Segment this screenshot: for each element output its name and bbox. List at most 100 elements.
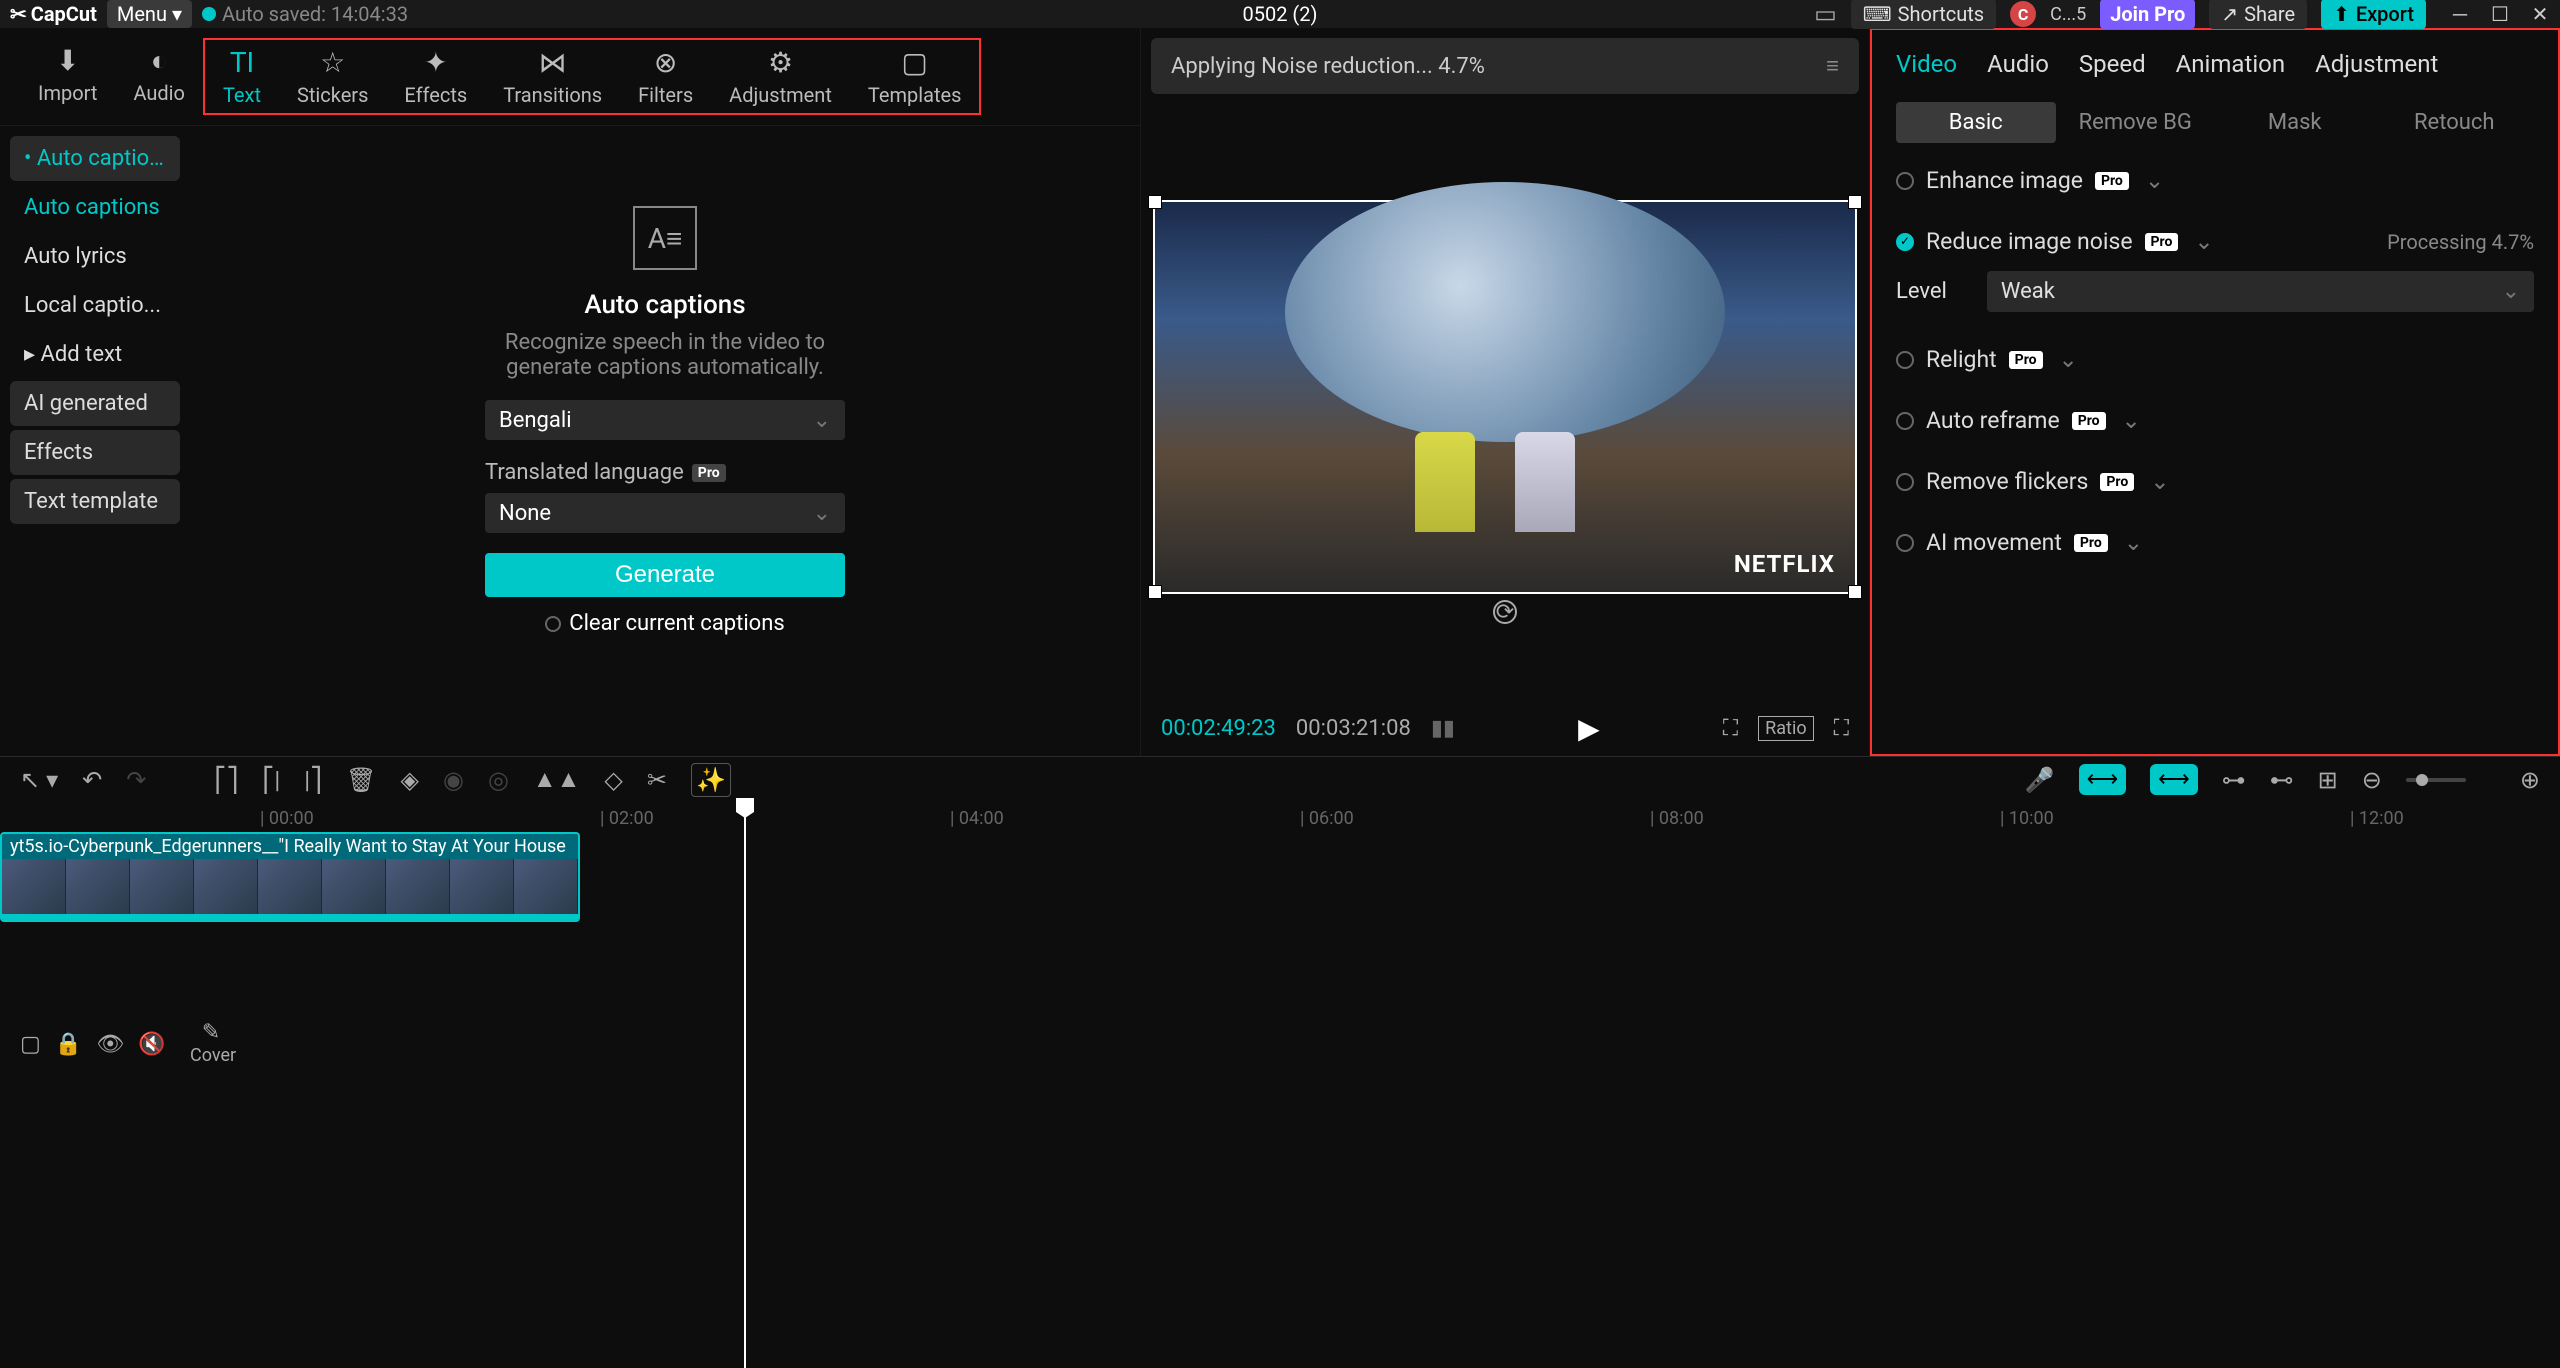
delete-icon[interactable]: 🗑 (346, 766, 376, 794)
track-visible-icon[interactable]: 👁 (96, 1032, 124, 1057)
subtab-remove-bg[interactable]: Remove BG (2056, 102, 2216, 143)
translated-language-select[interactable]: None⌄ (485, 493, 845, 533)
export-button[interactable]: ⬆ Export (2321, 0, 2426, 29)
timeline-ruler[interactable]: | 00:00 | 02:00 | 04:00 | 06:00 | 08:00 … (0, 802, 2560, 832)
mirror-icon[interactable]: ▲▲ (533, 765, 581, 794)
layout-icon[interactable]: ▭ (1814, 0, 1837, 28)
sidebar-item-ai-generated[interactable]: AI generated (10, 381, 180, 426)
split-right-icon[interactable]: |⎤ (304, 766, 322, 794)
sidebar-item-auto-captions[interactable]: Auto captions (10, 185, 180, 230)
toggle-b-icon[interactable]: ⟷ (2150, 764, 2198, 795)
translated-language-label: Translated languagePro (485, 460, 726, 485)
snap-icon[interactable]: ⊷ (2270, 766, 2294, 794)
zoom-slider[interactable] (2406, 778, 2466, 782)
tab-effects[interactable]: ✦Effects (386, 40, 485, 113)
join-pro-button[interactable]: Join Pro (2100, 0, 2195, 29)
share-button[interactable]: ↗ Share (2209, 0, 2307, 29)
sidebar-item-local-captions[interactable]: Local captio... (10, 283, 180, 328)
subtab-mask[interactable]: Mask (2215, 102, 2375, 143)
menu-button[interactable]: Menu ▾ (107, 0, 192, 28)
crop-icon[interactable]: ⛶ (1723, 716, 1738, 741)
tab-text[interactable]: TIText (205, 40, 279, 113)
tab-import[interactable]: ⬇Import (20, 38, 115, 115)
pointer-tool-icon[interactable]: ↖ ▾ (20, 766, 58, 794)
split-left-icon[interactable]: ⎡| (262, 766, 280, 794)
sidebar-item-add-text[interactable]: ▸ Add text (10, 332, 180, 377)
menu-icon[interactable]: ≡ (1826, 53, 1839, 79)
minimize-icon[interactable]: ─ (2450, 4, 2470, 24)
tab-templates[interactable]: ▢Templates (850, 40, 980, 113)
language-select[interactable]: Bengali⌄ (485, 400, 845, 440)
play-button[interactable]: ▶ (1578, 712, 1600, 745)
auto-reframe-row[interactable]: Auto reframe Pro ⌄ (1896, 407, 2534, 434)
tab-stickers[interactable]: ☆Stickers (279, 40, 386, 113)
props-tab-video[interactable]: Video (1896, 40, 1957, 88)
toggle-a-icon[interactable]: ⟷ (2079, 764, 2127, 795)
mic-icon[interactable]: 🎤 (2025, 766, 2055, 794)
reduce-noise-row[interactable]: Reduce image noise Pro ⌄ Processing 4.7% (1896, 228, 2534, 255)
filters-icon: ⊗ (654, 46, 677, 79)
relight-row[interactable]: Relight Pro ⌄ (1896, 346, 2534, 373)
checkbox-icon[interactable] (1896, 534, 1914, 552)
radio-icon (545, 616, 561, 632)
props-tab-animation[interactable]: Animation (2176, 40, 2285, 88)
effects-icon: ✦ (424, 46, 447, 79)
track-lock-icon[interactable]: 🔒 (55, 1032, 82, 1057)
player-panel: Applying Noise reduction... 4.7% ≡ NETFL… (1140, 28, 1870, 756)
tab-filters[interactable]: ⊗Filters (620, 40, 711, 113)
shortcuts-button[interactable]: ⌨ Shortcuts (1851, 0, 1996, 29)
props-tab-adjustment[interactable]: Adjustment (2315, 40, 2438, 88)
tab-audio[interactable]: ◐Audio (115, 38, 203, 115)
subtab-basic[interactable]: Basic (1896, 102, 2056, 143)
subtab-retouch[interactable]: Retouch (2375, 102, 2535, 143)
crop-tool-icon[interactable]: ✂ (647, 766, 667, 794)
tab-adjustment[interactable]: ⚙Adjustment (711, 40, 850, 113)
props-tab-speed[interactable]: Speed (2079, 40, 2146, 88)
generate-button[interactable]: Generate (485, 553, 845, 597)
checkbox-icon[interactable] (1896, 172, 1914, 190)
adjustment-icon: ⚙ (768, 46, 793, 79)
checkbox-icon[interactable] (1896, 412, 1914, 430)
level-select[interactable]: Weak⌄ (1987, 271, 2534, 312)
video-preview[interactable]: NETFLIX ⟳ (1155, 202, 1855, 592)
tab-transitions[interactable]: ⋈Transitions (485, 40, 620, 113)
sidebar-item-auto-captions-header[interactable]: • Auto captio... (10, 136, 180, 181)
remove-flickers-row[interactable]: Remove flickers Pro ⌄ (1896, 468, 2534, 495)
check-icon (202, 7, 216, 21)
redo-icon[interactable]: ↷ (126, 766, 146, 794)
record-icon[interactable]: ◉ (443, 766, 464, 794)
timeline[interactable]: | 00:00 | 02:00 | 04:00 | 06:00 | 08:00 … (0, 802, 2560, 1368)
checkbox-icon[interactable] (1896, 351, 1914, 369)
fullscreen-icon[interactable]: ⛶ (1834, 716, 1849, 741)
enhance-image-row[interactable]: Enhance image Pro ⌄ (1896, 167, 2534, 194)
link-icon[interactable]: ⊶ (2222, 766, 2246, 794)
props-tab-audio[interactable]: Audio (1987, 40, 2049, 88)
chevron-down-icon: ⌄ (2059, 346, 2078, 373)
sidebar-item-effects[interactable]: Effects (10, 430, 180, 475)
avatar[interactable]: C (2010, 1, 2036, 27)
video-clip[interactable]: yt5s.io-Cyberpunk_Edgerunners__"I Really… (0, 832, 580, 922)
clear-captions-option[interactable]: Clear current captions (545, 611, 784, 636)
bars-icon[interactable]: ▮▮ (1431, 716, 1455, 741)
marker-icon[interactable]: ◈ (401, 766, 419, 794)
preview-icon[interactable]: ⊞ (2318, 766, 2338, 794)
track-mute-icon[interactable]: 🔇 (138, 1032, 165, 1057)
rotate-icon[interactable]: ◇ (604, 766, 622, 794)
zoom-fit-icon[interactable]: ⊕ (2520, 766, 2540, 794)
sidebar-item-auto-lyrics[interactable]: Auto lyrics (10, 234, 180, 279)
sidebar-item-text-template[interactable]: Text template (10, 479, 180, 524)
magic-tool-icon[interactable]: ✨ (691, 763, 731, 797)
close-icon[interactable]: ✕ (2530, 4, 2550, 24)
split-icon[interactable]: ⎡⎤ (214, 766, 238, 794)
media-panel: ⬇Import ◐Audio TIText ☆Stickers ✦Effects… (0, 28, 1140, 756)
checkbox-icon[interactable] (1896, 473, 1914, 491)
checkbox-on-icon[interactable] (1896, 233, 1914, 251)
track-collapse-icon[interactable]: ▢ (20, 1032, 41, 1057)
playhead[interactable] (744, 802, 746, 1368)
maximize-icon[interactable]: ☐ (2490, 4, 2510, 24)
stickers-icon: ☆ (320, 46, 345, 79)
ai-movement-row[interactable]: AI movement Pro ⌄ (1896, 529, 2534, 556)
zoom-out-icon[interactable]: ⊖ (2362, 766, 2382, 794)
undo-icon[interactable]: ↶ (82, 766, 102, 794)
ratio-button[interactable]: Ratio (1758, 716, 1813, 741)
